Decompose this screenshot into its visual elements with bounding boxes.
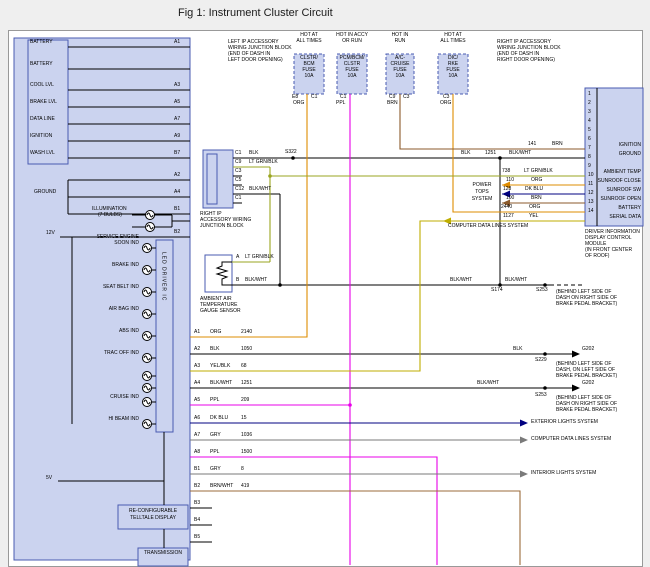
transmission-box bbox=[138, 548, 188, 566]
brown-wires bbox=[400, 94, 585, 203]
wiring-diagram-svg bbox=[0, 0, 650, 567]
yellow-wires bbox=[190, 221, 585, 371]
diagram-canvas: Fig 1: Instrument Cluster Circuit bbox=[0, 0, 650, 567]
brown-white-wire bbox=[190, 491, 520, 565]
fuse-box-1 bbox=[294, 54, 324, 94]
lt-grn-blk-wires bbox=[232, 167, 585, 262]
dark-blue-wires bbox=[190, 194, 585, 423]
led-driver-box bbox=[156, 240, 173, 432]
fuse-box-4 bbox=[438, 54, 468, 94]
system-arrows bbox=[443, 182, 580, 478]
dic-module-box bbox=[585, 88, 643, 226]
orange-wires bbox=[190, 94, 585, 337]
fuse-box-3 bbox=[386, 54, 414, 94]
telltale-display-box bbox=[118, 505, 188, 529]
component-boxes bbox=[14, 38, 643, 566]
fuse-box-2 bbox=[337, 54, 367, 94]
